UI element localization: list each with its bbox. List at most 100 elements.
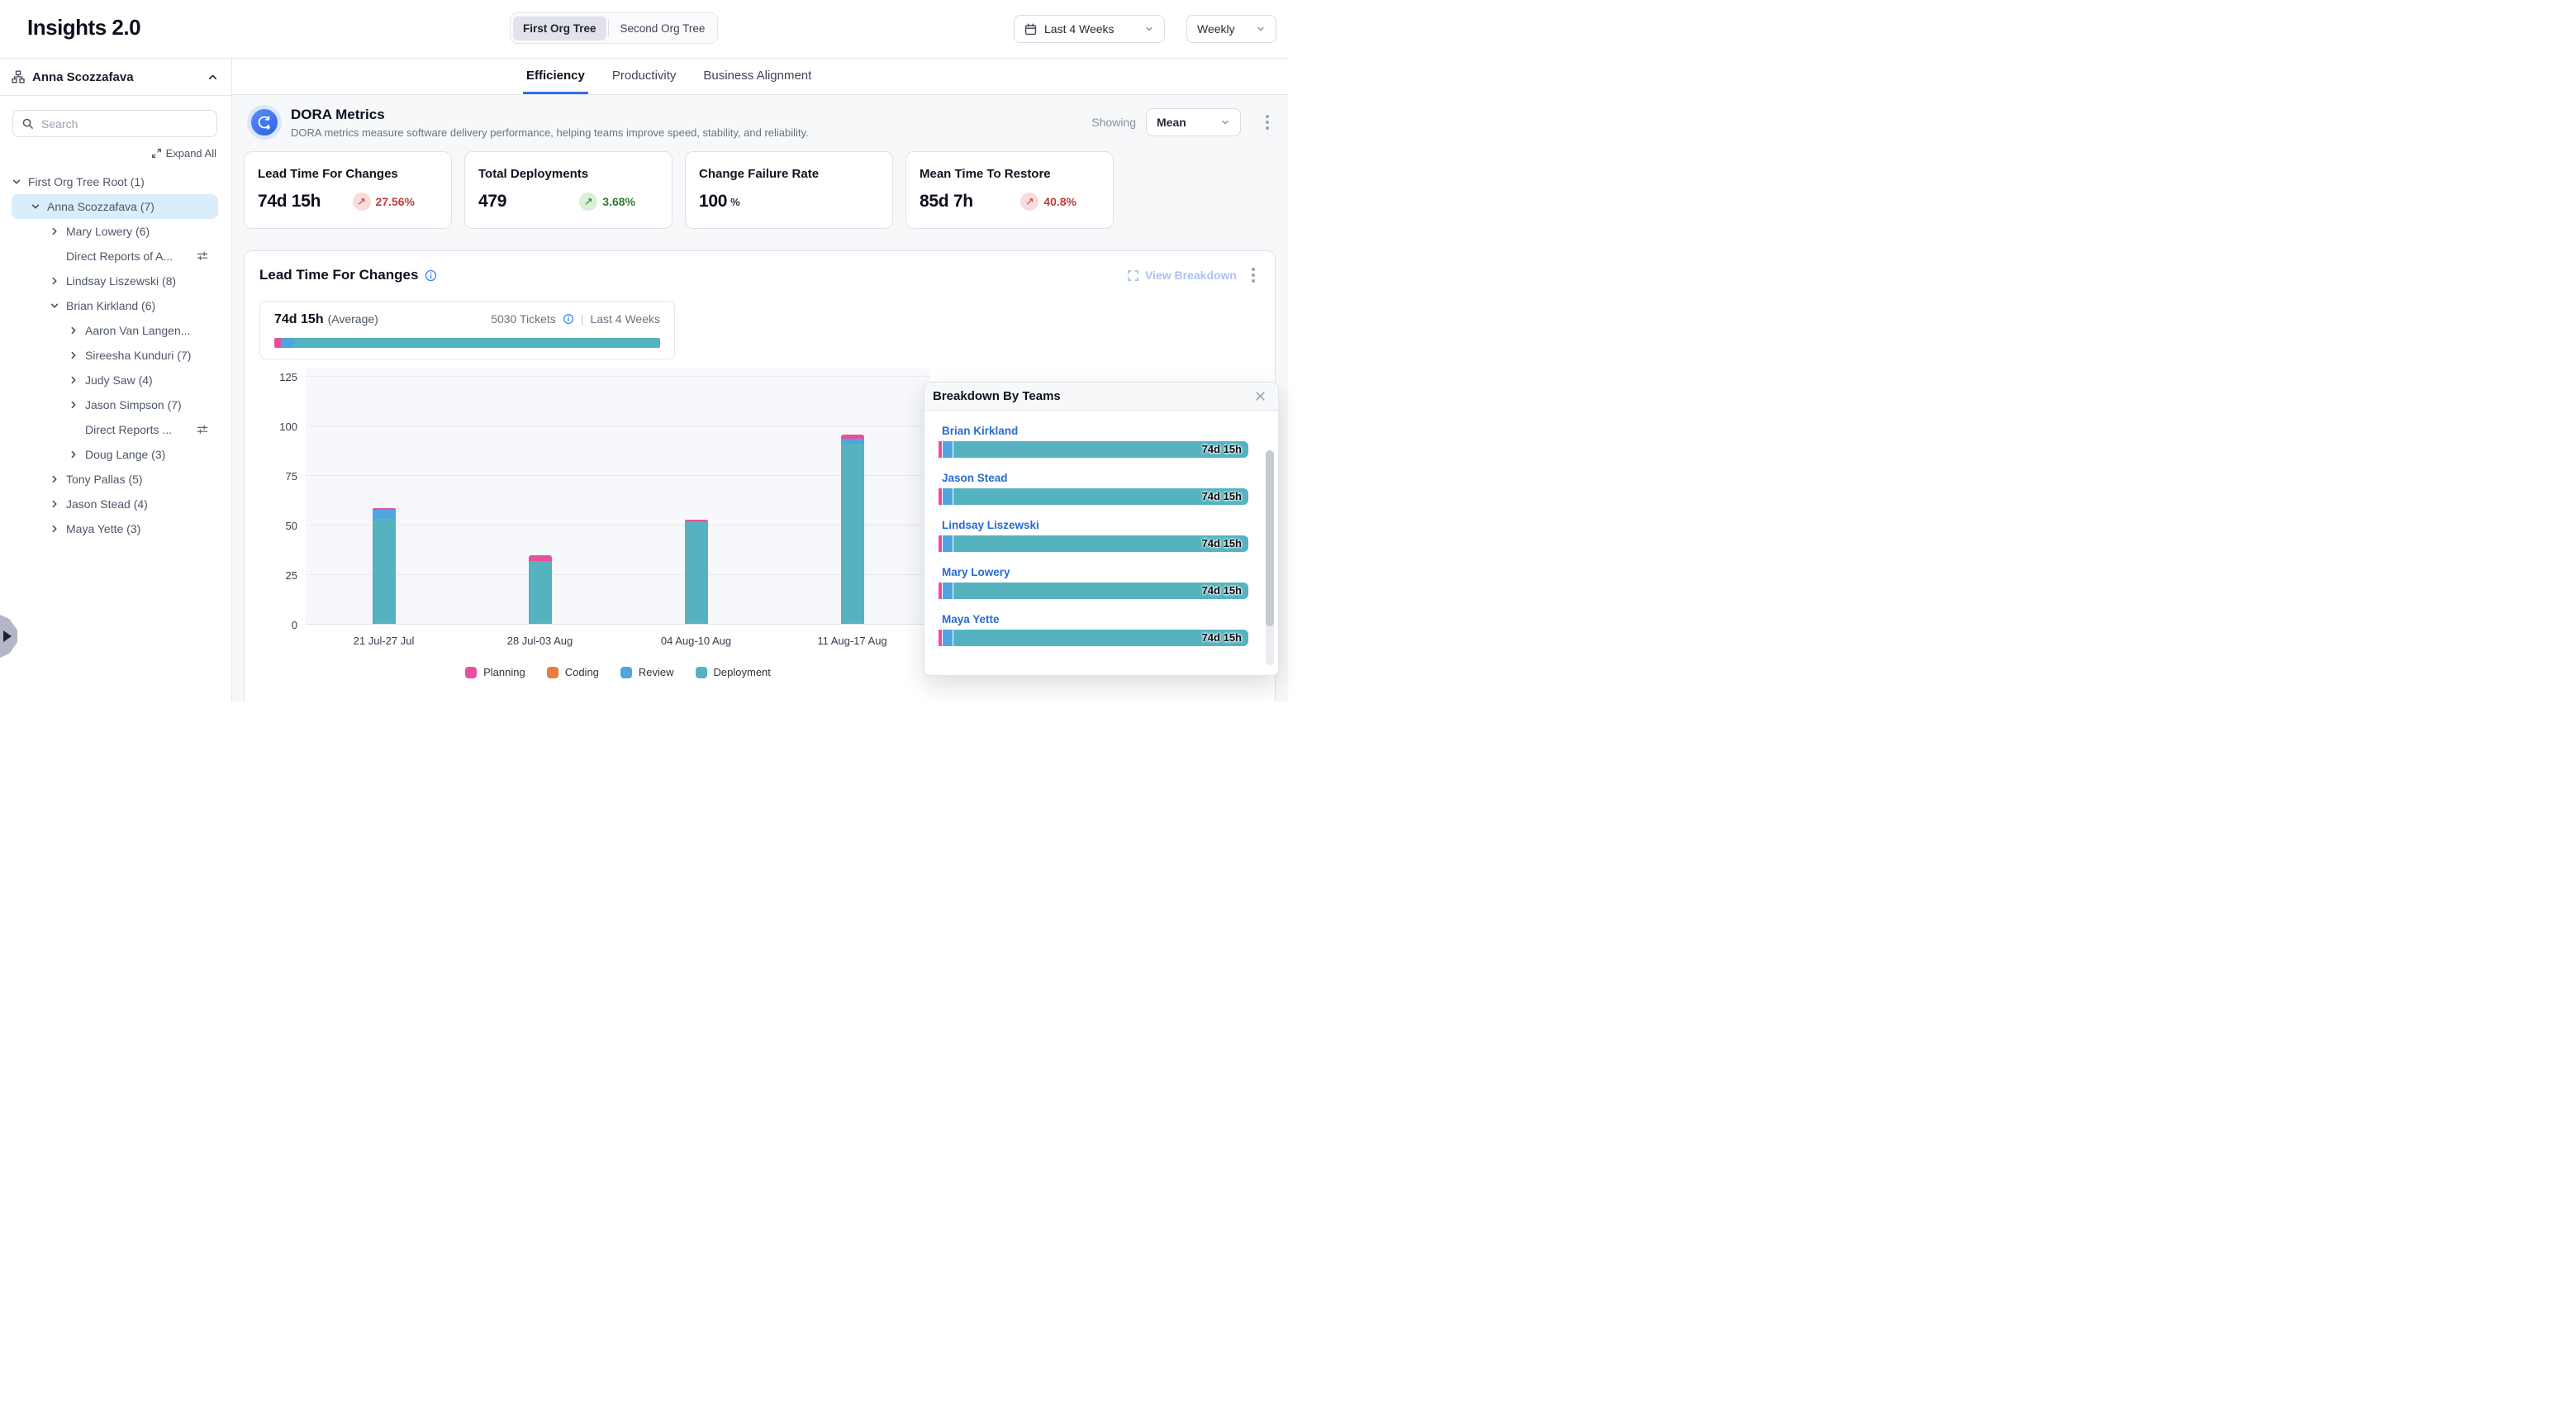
chevron-right-icon[interactable] xyxy=(50,226,66,236)
chevron-right-icon[interactable] xyxy=(69,449,85,459)
chevron-right-icon[interactable] xyxy=(50,276,66,286)
org-tree-toggle-option[interactable]: Second Org Tree xyxy=(611,17,715,40)
filter-sliders-icon[interactable] xyxy=(197,424,208,435)
filter-sliders-icon[interactable] xyxy=(197,250,208,262)
expand-all-button[interactable]: Expand All xyxy=(151,147,216,159)
tree-item-label: Brian Kirkland (6) xyxy=(66,299,155,312)
org-tree-toggle-option[interactable]: First Org Tree xyxy=(513,17,606,40)
lead-time-menu-button[interactable] xyxy=(1247,264,1260,286)
breakdown-panel: Breakdown By Teams Brian Kirkland74d 15h… xyxy=(924,382,1279,676)
tab-productivity[interactable]: Productivity xyxy=(609,59,680,94)
stacked-bar[interactable] xyxy=(529,555,552,624)
tree-item[interactable]: Judy Saw (4) xyxy=(12,368,218,392)
team-bar-planning-segment xyxy=(939,583,942,599)
team-value-label: 74d 15h xyxy=(1202,631,1242,644)
chevron-right-icon[interactable] xyxy=(69,375,85,385)
trend-delta-value: 3.68% xyxy=(602,195,635,208)
sidebar-collapse-handle[interactable] xyxy=(0,615,17,658)
team-stacked-bar[interactable]: 74d 15h xyxy=(939,535,1248,552)
team-stacked-bar[interactable]: 74d 15h xyxy=(939,630,1248,646)
chevron-up-icon[interactable] xyxy=(207,72,218,83)
team-name-link[interactable]: Brian Kirkland xyxy=(942,425,1018,437)
tree-item[interactable]: Jason Simpson (7) xyxy=(12,392,218,417)
average-bar-segment-review xyxy=(281,338,294,348)
legend-swatch xyxy=(696,667,707,678)
chevron-down-icon[interactable] xyxy=(31,202,47,212)
stacked-bar[interactable] xyxy=(373,508,396,624)
tree-item[interactable]: Anna Scozzafava (7) xyxy=(12,194,218,219)
tree-item[interactable]: Direct Reports of A... xyxy=(12,244,218,269)
team-name-link[interactable]: Maya Yette xyxy=(942,613,1000,625)
aggregation-select[interactable]: Mean xyxy=(1146,108,1241,136)
tree-item[interactable]: Direct Reports ... xyxy=(12,417,218,442)
info-icon[interactable] xyxy=(425,269,437,282)
tree-item[interactable]: Jason Stead (4) xyxy=(12,492,218,516)
tree-item-label: Maya Yette (3) xyxy=(66,522,140,535)
team-name-link[interactable]: Mary Lowery xyxy=(942,566,1010,578)
average-summary-box: 74d 15h (Average) 5030 Tickets | Last 4 … xyxy=(259,301,675,359)
tree-item[interactable]: Tony Pallas (5) xyxy=(12,467,218,492)
tree-item[interactable]: Aaron Van Langen... xyxy=(12,318,218,343)
tree-item[interactable]: Doug Lange (3) xyxy=(12,442,218,467)
panel-scrollbar-thumb[interactable] xyxy=(1266,450,1274,626)
legend-label: Planning xyxy=(483,666,525,678)
tab-efficiency[interactable]: Efficiency xyxy=(523,59,588,94)
view-breakdown-button[interactable]: View Breakdown xyxy=(1127,269,1237,282)
chevron-right-icon[interactable] xyxy=(69,400,85,410)
x-axis-tick-label: 04 Aug-10 Aug xyxy=(639,635,754,647)
metric-card-value-row: 479↗3.68% xyxy=(478,192,658,212)
chevron-right-icon[interactable] xyxy=(69,326,85,335)
stacked-bar[interactable] xyxy=(841,435,864,624)
info-icon[interactable] xyxy=(563,313,574,325)
bar-segment-deployment xyxy=(529,561,552,624)
close-icon[interactable] xyxy=(1254,390,1267,402)
tree-item[interactable]: Sireesha Kunduri (7) xyxy=(12,343,218,368)
tab-business-alignment[interactable]: Business Alignment xyxy=(700,59,815,94)
trend-badge: ↗27.56% xyxy=(353,193,415,211)
chevron-down-icon xyxy=(1144,24,1154,34)
trend-delta-value: 27.56% xyxy=(376,195,415,208)
top-header: Insights 2.0 First Org TreeSecond Org Tr… xyxy=(0,0,1288,59)
tree-item[interactable]: Lindsay Liszewski (8) xyxy=(12,269,218,293)
calendar-icon xyxy=(1024,23,1037,36)
stacked-bar[interactable] xyxy=(685,520,708,624)
team-value-label: 74d 15h xyxy=(1202,584,1242,597)
chevron-right-icon[interactable] xyxy=(50,499,66,509)
lead-time-actions: View Breakdown xyxy=(1127,264,1260,286)
team-name-link[interactable]: Jason Stead xyxy=(942,472,1008,484)
metric-card-value: 85d 7h xyxy=(920,192,973,212)
metric-card-value: 479 xyxy=(478,192,506,212)
team-stacked-bar[interactable]: 74d 15h xyxy=(939,488,1248,505)
org-tree: First Org Tree Root (1)Anna Scozzafava (… xyxy=(0,169,231,541)
lead-time-title-text: Lead Time For Changes xyxy=(259,267,418,283)
tree-item[interactable]: First Org Tree Root (1) xyxy=(12,169,218,194)
chevron-right-icon[interactable] xyxy=(69,350,85,360)
chevron-right-icon[interactable] xyxy=(50,474,66,484)
team-row: Mary Lowery 74d 15h xyxy=(939,565,1248,599)
dora-menu-button[interactable] xyxy=(1261,112,1274,133)
date-range-select[interactable]: Last 4 Weeks xyxy=(1014,15,1165,43)
team-name-link[interactable]: Lindsay Liszewski xyxy=(942,519,1039,531)
granularity-select[interactable]: Weekly xyxy=(1186,15,1276,43)
tree-item[interactable]: Maya Yette (3) xyxy=(12,516,218,541)
team-bar-review-segment xyxy=(943,488,953,505)
chevron-down-icon xyxy=(1220,117,1230,127)
search-input[interactable] xyxy=(12,110,217,137)
chart-plot-area xyxy=(306,369,930,625)
tree-item[interactable]: Mary Lowery (6) xyxy=(12,219,218,244)
chevron-down-icon[interactable] xyxy=(50,301,66,311)
team-value-label: 74d 15h xyxy=(1202,537,1242,549)
tree-item-label: Tony Pallas (5) xyxy=(66,473,143,486)
team-stacked-bar[interactable]: 74d 15h xyxy=(939,441,1248,458)
x-axis-tick-label: 28 Jul-03 Aug xyxy=(482,635,598,647)
chart-legend: PlanningCodingReviewDeployment xyxy=(306,666,930,678)
chevron-right-icon[interactable] xyxy=(50,524,66,534)
sidebar-person-header[interactable]: Anna Scozzafava xyxy=(0,59,231,96)
tree-item[interactable]: Brian Kirkland (6) xyxy=(12,293,218,318)
lead-time-title: Lead Time For Changes xyxy=(259,267,437,283)
panel-scrollbar[interactable] xyxy=(1266,450,1274,665)
team-stacked-bar[interactable]: 74d 15h xyxy=(939,583,1248,599)
search-icon xyxy=(21,117,34,134)
collapse-arrow-icon xyxy=(3,630,12,642)
chevron-down-icon[interactable] xyxy=(12,177,28,187)
